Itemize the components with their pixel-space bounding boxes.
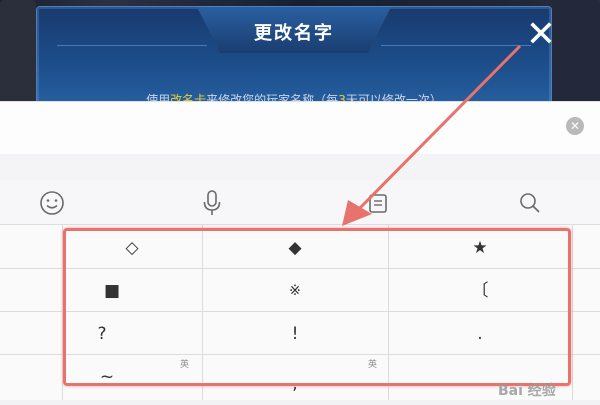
clear-circle-icon[interactable]: ✕ [566, 117, 584, 135]
background-panel-left [0, 0, 36, 108]
name-input-bar [0, 101, 600, 155]
watermark: Bai 经验 [498, 383, 556, 399]
search-icon[interactable] [514, 180, 546, 224]
clipboard-icon[interactable] [362, 180, 394, 224]
header-divider-right [381, 45, 531, 46]
annotation-highlight-box [63, 228, 571, 386]
emoji-icon[interactable] [32, 180, 72, 224]
keyboard-top-gap [0, 154, 600, 180]
dialog-title: 更改名字 [254, 23, 334, 44]
keyboard-toolbar [0, 180, 600, 225]
close-button[interactable]: ✕ [521, 15, 561, 55]
close-icon: ✕ [525, 14, 557, 55]
header-divider-left [57, 45, 207, 46]
name-input[interactable] [0, 102, 560, 154]
col-divider [572, 225, 573, 400]
microphone-icon[interactable] [196, 180, 228, 224]
